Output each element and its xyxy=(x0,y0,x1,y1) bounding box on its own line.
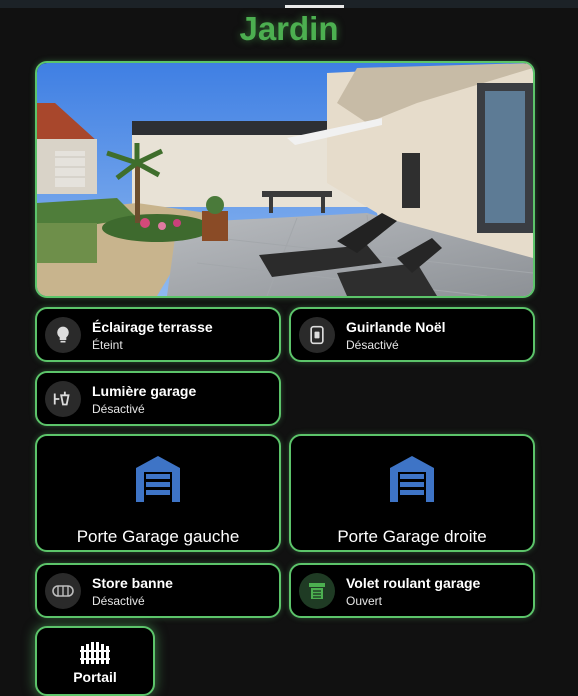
garden-photo-image xyxy=(37,63,533,296)
garage-label: Porte Garage droite xyxy=(337,527,487,546)
tile-name: Volet roulant garage xyxy=(346,575,481,591)
tile-store-banne[interactable]: Store banne Désactivé xyxy=(35,563,281,618)
tile-name: Éclairage terrasse xyxy=(92,319,213,335)
portail-label: Portail xyxy=(73,669,117,685)
tab-indicator xyxy=(285,5,344,8)
tile-state: Désactivé xyxy=(92,594,145,608)
garage-icon xyxy=(291,454,533,504)
garage-door-left[interactable]: Porte Garage gauche xyxy=(35,434,281,552)
tile-guirlande-noel[interactable]: Guirlande Noël Désactivé xyxy=(289,307,535,362)
tile-state: Éteint xyxy=(92,338,123,352)
tile-state: Désactivé xyxy=(92,402,145,416)
tile-state: Ouvert xyxy=(346,594,383,608)
tile-eclairage-terrasse[interactable]: Éclairage terrasse Éteint xyxy=(35,307,281,362)
top-bar xyxy=(0,0,578,8)
garage-icon xyxy=(37,454,279,504)
tile-lumiere-garage[interactable]: Lumière garage Désactivé xyxy=(35,371,281,426)
tile-name: Lumière garage xyxy=(92,383,197,399)
garden-photo[interactable] xyxy=(35,61,535,298)
tile-state: Désactivé xyxy=(346,338,399,352)
page-title: Jardin xyxy=(239,10,339,47)
awning-icon xyxy=(45,573,81,609)
garage-door-right[interactable]: Porte Garage droite xyxy=(289,434,535,552)
roller-shutter-icon xyxy=(299,573,335,609)
tile-volet-roulant-garage[interactable]: Volet roulant garage Ouvert xyxy=(289,563,535,618)
portail-button[interactable]: Portail xyxy=(35,626,155,696)
wall-lamp-icon xyxy=(45,381,81,417)
gate-icon xyxy=(37,642,153,664)
tile-name: Store banne xyxy=(92,575,173,591)
lightbulb-icon xyxy=(45,317,81,353)
tile-name: Guirlande Noël xyxy=(346,319,446,335)
outlet-icon xyxy=(299,317,335,353)
garage-label: Porte Garage gauche xyxy=(76,527,240,546)
